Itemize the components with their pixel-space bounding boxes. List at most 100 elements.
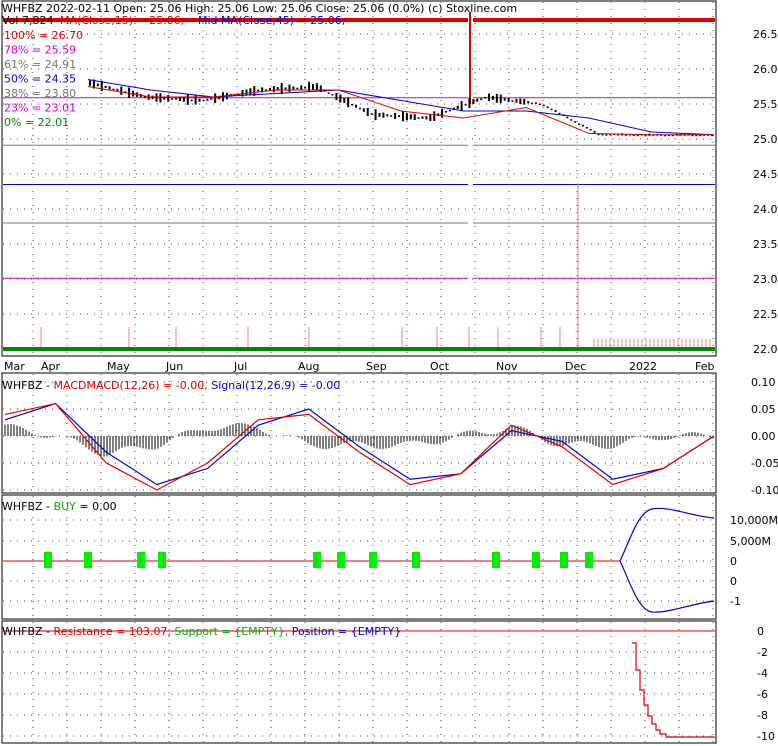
candle <box>210 98 213 100</box>
candle <box>143 96 146 98</box>
candle <box>409 114 412 120</box>
candle <box>128 87 131 98</box>
candle <box>566 116 569 119</box>
x-axis-label: Jun <box>165 360 183 373</box>
price-tick-label: 24.5 <box>753 168 778 181</box>
candle <box>503 97 506 101</box>
macd-label: MACDMACD(12,26) = -0.00, <box>54 379 208 392</box>
signal-label: Signal(12,26,9) = -0.00 <box>211 379 340 392</box>
candle <box>249 88 252 96</box>
candle <box>480 98 483 100</box>
x-axis-label: 2022 <box>629 360 657 373</box>
candle <box>531 102 534 105</box>
candle <box>202 99 205 102</box>
candle <box>515 98 518 103</box>
candle <box>304 87 307 89</box>
candle <box>433 111 436 121</box>
x-axis-label: Aug <box>298 360 319 373</box>
candle <box>370 113 373 115</box>
price-tick-label: 26.0 <box>753 63 778 76</box>
candle <box>331 93 334 96</box>
candle <box>116 88 119 91</box>
buy-tick-label: -1 <box>730 595 741 608</box>
candle <box>456 105 459 110</box>
macd-panel-prefix: WHFBZ - <box>2 379 54 392</box>
candle <box>577 123 580 125</box>
candle <box>89 80 91 86</box>
support-label: Support = {EMPTY}, <box>175 625 289 638</box>
chart-canvas: 26.5 26.0 25.5 25.0 24.5 24.0 23.5 23.0 22.5 22.0… <box>0 0 778 746</box>
candle <box>589 129 592 131</box>
sr-tick-label: -2 <box>757 646 768 659</box>
candle <box>382 112 385 118</box>
candle <box>448 109 451 112</box>
candle <box>507 97 510 102</box>
sr-tick-label: -4 <box>757 667 768 680</box>
candle <box>358 107 361 110</box>
candle <box>394 112 397 119</box>
buy-tick-label: 0 <box>730 555 737 568</box>
price-tick-label: 22.0 <box>753 343 778 356</box>
candle <box>292 86 295 90</box>
buy-marker <box>369 552 377 568</box>
buy-marker <box>492 552 500 568</box>
buy-label: BUY <box>54 500 77 513</box>
candle <box>245 89 248 96</box>
fib-label-38: 38% = 23.80 <box>4 87 76 100</box>
candle <box>347 97 350 108</box>
candle <box>538 103 541 106</box>
x-axis-label: Mar <box>4 360 25 373</box>
x-axis-label: Nov <box>496 360 518 373</box>
candle <box>108 86 111 90</box>
candle <box>472 99 475 105</box>
buy-marker <box>585 552 593 568</box>
candle <box>581 124 584 127</box>
candle <box>429 114 432 122</box>
candle <box>198 98 201 102</box>
candle <box>574 121 577 123</box>
candle <box>468 98 471 109</box>
fib-label-61: 61% = 24.91 <box>4 58 76 71</box>
macd-tick-label: -0.05 <box>751 457 778 470</box>
candle <box>315 83 318 91</box>
fib-label-78: 78% = 25.59 <box>4 44 76 57</box>
x-axis-label: Sep <box>366 360 387 373</box>
candle <box>523 98 526 105</box>
buy-marker <box>158 552 166 568</box>
candle <box>546 106 549 108</box>
candle <box>558 112 561 115</box>
buy-tick-label: 5,000M <box>730 535 771 548</box>
candle <box>605 134 608 136</box>
price-tick-label: 23.5 <box>753 238 778 251</box>
candle <box>398 115 401 117</box>
candle <box>425 116 428 120</box>
candle <box>464 104 467 106</box>
candle <box>519 98 522 104</box>
macd-tick-label: 0.05 <box>751 403 776 416</box>
price-tick-label: 26.5 <box>753 28 778 41</box>
buy-panel-prefix: WHFBZ - <box>2 500 54 513</box>
price-tick-label: 22.5 <box>753 308 778 321</box>
buy-marker <box>337 552 345 568</box>
sr-tick-label: 0 <box>757 625 764 638</box>
price-tick-label: 23.0 <box>753 273 778 286</box>
candle <box>280 83 283 95</box>
candle <box>182 96 185 102</box>
candle <box>343 97 346 103</box>
candle <box>378 113 381 117</box>
buy-marker <box>137 552 145 568</box>
candle <box>272 86 275 93</box>
candle <box>190 99 193 102</box>
buy-tick-label: 10,000M <box>730 514 778 527</box>
candle <box>534 102 537 104</box>
candle <box>171 98 174 100</box>
candle <box>405 112 408 121</box>
candle <box>186 94 189 105</box>
buy-marker <box>44 552 52 568</box>
candle <box>421 116 424 119</box>
candle <box>257 89 260 92</box>
candle <box>339 94 342 103</box>
candle <box>484 97 487 99</box>
candle <box>327 92 330 94</box>
candle <box>491 95 494 100</box>
